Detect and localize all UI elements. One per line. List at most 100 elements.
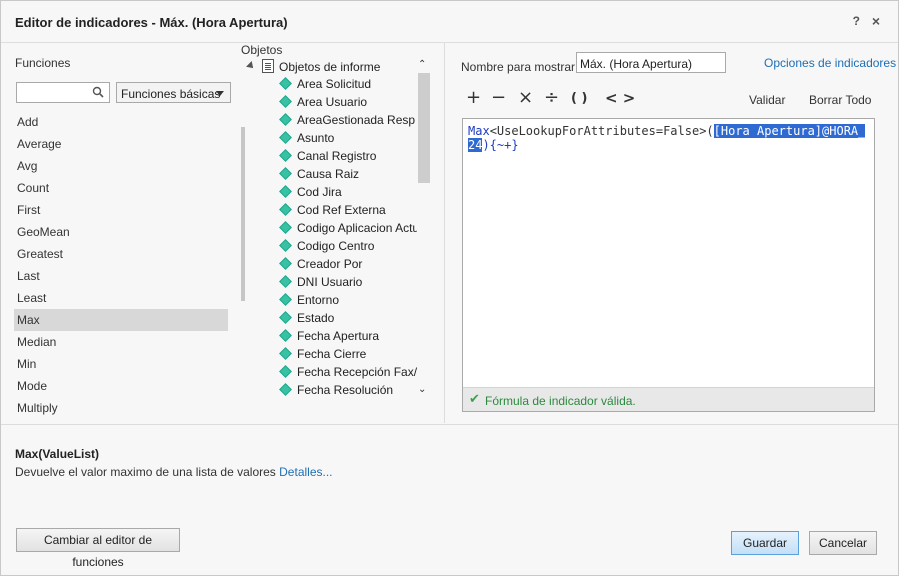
close-icon[interactable]: × (872, 13, 880, 29)
object-item[interactable]: Fecha Recepción Fax/Ma (279, 363, 417, 381)
section-divider (1, 424, 898, 425)
angle-brackets-operator-button[interactable]: < > (605, 89, 635, 107)
object-item[interactable]: Estado (279, 309, 417, 327)
report-document-icon (262, 59, 274, 73)
functions-category-select[interactable]: Funciones básicas (116, 82, 231, 103)
display-name-input[interactable]: Máx. (Hora Apertura) (576, 52, 726, 73)
function-signature: Max(ValueList) (15, 447, 100, 461)
function-item[interactable]: Least (14, 287, 228, 309)
attribute-diamond-icon (279, 131, 292, 144)
scroll-down-arrow-icon[interactable]: ⌄ (418, 384, 426, 395)
attribute-diamond-icon (279, 275, 292, 288)
tree-root-label: Objetos de informe (279, 60, 381, 74)
expand-triangle-icon[interactable] (246, 61, 256, 71)
title-bar: Editor de indicadores - Máx. (Hora Apert… (1, 1, 898, 43)
functions-search-input[interactable] (16, 82, 110, 103)
functions-label: Funciones (15, 56, 71, 70)
formula-editor[interactable]: Max<UseLookupForAttributes=False>([Hora … (462, 118, 875, 412)
objects-label: Objetos (241, 43, 283, 57)
object-label: Area Usuario (297, 95, 368, 109)
objects-tree: Objetos de informe Area Solicitud Area U… (245, 57, 417, 401)
indicator-editor-dialog: Editor de indicadores - Máx. (Hora Apert… (0, 0, 899, 576)
function-description-text: Devuelve el valor maximo de una lista de… (15, 465, 280, 479)
object-item[interactable]: Causa Raiz (279, 165, 417, 183)
function-item[interactable]: Min (14, 353, 228, 375)
objects-scrollbar-thumb[interactable] (418, 73, 430, 183)
formula-params: <UseLookupForAttributes=False>( (489, 124, 714, 138)
object-label: Cod Ref Externa (297, 203, 386, 217)
object-label: Fecha Apertura (297, 329, 380, 343)
function-item[interactable]: Add (14, 111, 228, 133)
attribute-diamond-icon (279, 293, 292, 306)
object-label: Fecha Resolución (297, 383, 394, 397)
validation-status-text: Fórmula de indicador válida. (485, 394, 636, 408)
function-item[interactable]: Avg (14, 155, 228, 177)
object-item[interactable]: Codigo Aplicacion Actual (279, 219, 417, 237)
object-label: DNI Usuario (297, 275, 363, 289)
object-label: Codigo Centro (297, 239, 375, 253)
checkmark-icon: ✔ (469, 391, 480, 406)
object-label: Area Solicitud (297, 77, 372, 91)
attribute-diamond-icon (279, 221, 292, 234)
panel-divider (444, 43, 445, 423)
function-item[interactable]: Greatest (14, 243, 228, 265)
help-icon[interactable]: ? (853, 14, 860, 28)
functions-list: Add Average Avg Count First GeoMean Grea… (14, 111, 228, 421)
object-label: Canal Registro (297, 149, 377, 163)
attribute-diamond-icon (279, 203, 292, 216)
plus-operator-button[interactable]: + (466, 87, 481, 108)
objects-list: Area Solicitud Area Usuario AreaGestiona… (279, 75, 417, 399)
object-item[interactable]: Cod Jira (279, 183, 417, 201)
function-item[interactable]: Multiply (14, 397, 228, 419)
parentheses-operator-button[interactable]: ( ) (571, 91, 587, 106)
function-item[interactable]: Average (14, 133, 228, 155)
switch-to-function-editor-button[interactable]: Cambiar al editor de funciones (16, 528, 180, 569)
clear-all-button[interactable]: Borrar Todo (809, 93, 871, 107)
function-item[interactable]: Mode (14, 375, 228, 397)
object-label: Causa Raiz (297, 167, 360, 181)
cancel-button[interactable]: Cancelar (809, 531, 877, 555)
function-item[interactable]: GeoMean (14, 221, 228, 243)
attribute-diamond-icon (279, 311, 292, 324)
formula-end: ){~+} (482, 138, 519, 152)
functions-category-value: Funciones básicas (121, 87, 221, 101)
formula-text[interactable]: Max<UseLookupForAttributes=False>([Hora … (468, 124, 870, 152)
object-item[interactable]: Creador Por (279, 255, 417, 273)
divide-operator-button[interactable]: ÷ (544, 87, 559, 108)
object-item[interactable]: Cod Ref Externa (279, 201, 417, 219)
function-item[interactable]: First (14, 199, 228, 221)
function-item-selected[interactable]: Max (14, 309, 228, 331)
object-item[interactable]: Canal Registro (279, 147, 417, 165)
attribute-diamond-icon (279, 257, 292, 270)
attribute-diamond-icon (279, 113, 292, 126)
attribute-diamond-icon (279, 365, 292, 378)
object-item[interactable]: AreaGestionada Resp Pr (279, 111, 417, 129)
details-link[interactable]: Detalles... (279, 465, 332, 479)
object-item[interactable]: Codigo Centro (279, 237, 417, 255)
function-item[interactable]: Last (14, 265, 228, 287)
function-description: Devuelve el valor maximo de una lista de… (15, 465, 333, 479)
object-item[interactable]: Fecha Resolución (279, 381, 417, 399)
object-item[interactable]: Fecha Cierre (279, 345, 417, 363)
function-item[interactable]: Count (14, 177, 228, 199)
minus-operator-button[interactable]: − (491, 87, 506, 108)
object-item[interactable]: Asunto (279, 129, 417, 147)
object-item[interactable]: Fecha Apertura (279, 327, 417, 345)
object-item[interactable]: Area Usuario (279, 93, 417, 111)
function-item[interactable]: Median (14, 331, 228, 353)
indicator-options-link[interactable]: Opciones de indicadores (764, 56, 896, 70)
validate-button[interactable]: Validar (749, 93, 785, 107)
attribute-diamond-icon (279, 239, 292, 252)
object-label: Creador Por (297, 257, 363, 271)
attribute-diamond-icon (279, 95, 292, 108)
attribute-diamond-icon (279, 329, 292, 342)
object-item[interactable]: DNI Usuario (279, 273, 417, 291)
scroll-up-arrow-icon[interactable]: ⌃ (418, 59, 426, 70)
object-item[interactable]: Area Solicitud (279, 75, 417, 93)
object-item[interactable]: Entorno (279, 291, 417, 309)
multiply-operator-button[interactable]: × (518, 87, 533, 108)
save-button[interactable]: Guardar (731, 531, 799, 555)
object-label: Codigo Aplicacion Actual (297, 221, 417, 235)
object-label: AreaGestionada Resp Pr (297, 113, 417, 127)
object-label: Estado (297, 311, 335, 325)
